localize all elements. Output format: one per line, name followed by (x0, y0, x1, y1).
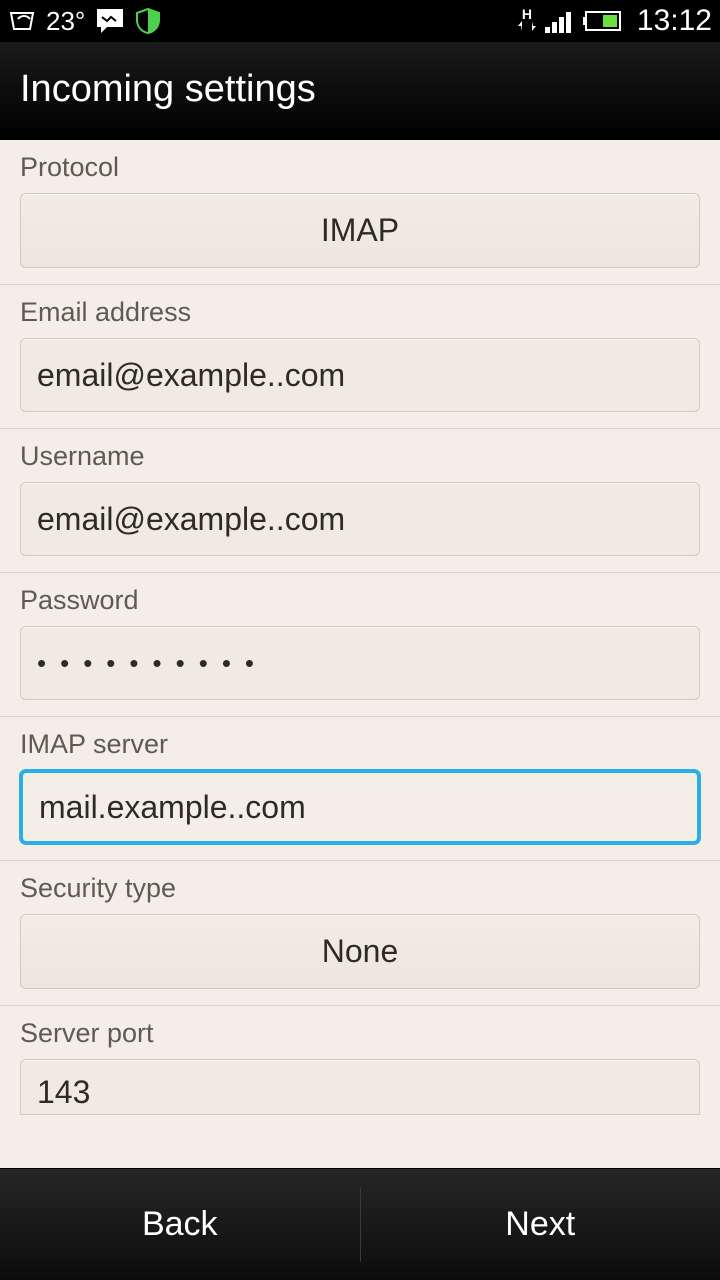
messenger-icon (95, 7, 125, 35)
signal-icon (545, 9, 575, 33)
security-type-spinner[interactable]: None (20, 914, 700, 989)
server-port-field[interactable] (20, 1059, 700, 1115)
page-title: Incoming settings (20, 68, 700, 111)
label-password: Password (20, 585, 700, 616)
section-password: Password (0, 573, 720, 717)
section-server-port: Server port (0, 1006, 720, 1115)
network-type-label: H (522, 9, 532, 19)
label-server-port: Server port (20, 1018, 700, 1049)
label-security-type: Security type (20, 873, 700, 904)
shield-icon (135, 7, 161, 35)
page-header: Incoming settings (0, 42, 720, 140)
footer-bar: Back Next (0, 1168, 720, 1280)
password-field[interactable] (20, 626, 700, 700)
status-temperature: 23° (46, 6, 85, 37)
email-field[interactable] (20, 338, 700, 412)
battery-icon (583, 10, 625, 32)
section-imap-server: IMAP server (0, 717, 720, 861)
next-button[interactable]: Next (361, 1169, 720, 1280)
section-username: Username (0, 429, 720, 573)
status-clock: 13:12 (633, 4, 712, 38)
label-username: Username (20, 441, 700, 472)
form-content: Protocol IMAP Email address Username Pas… (0, 140, 720, 1168)
eco-leaf-icon (8, 9, 36, 33)
status-left: 23° (8, 6, 161, 37)
section-protocol: Protocol IMAP (0, 140, 720, 285)
label-email: Email address (20, 297, 700, 328)
protocol-spinner[interactable]: IMAP (20, 193, 700, 268)
label-imap-server: IMAP server (20, 729, 700, 760)
status-bar: 23° H 13:12 (0, 0, 720, 42)
status-right: H 13:12 (517, 4, 712, 38)
section-security-type: Security type None (0, 861, 720, 1006)
username-field[interactable] (20, 482, 700, 556)
imap-server-field[interactable] (20, 770, 700, 844)
back-button[interactable]: Back (0, 1169, 360, 1280)
data-network-icon: H (517, 9, 537, 33)
section-email: Email address (0, 285, 720, 429)
label-protocol: Protocol (20, 152, 700, 183)
